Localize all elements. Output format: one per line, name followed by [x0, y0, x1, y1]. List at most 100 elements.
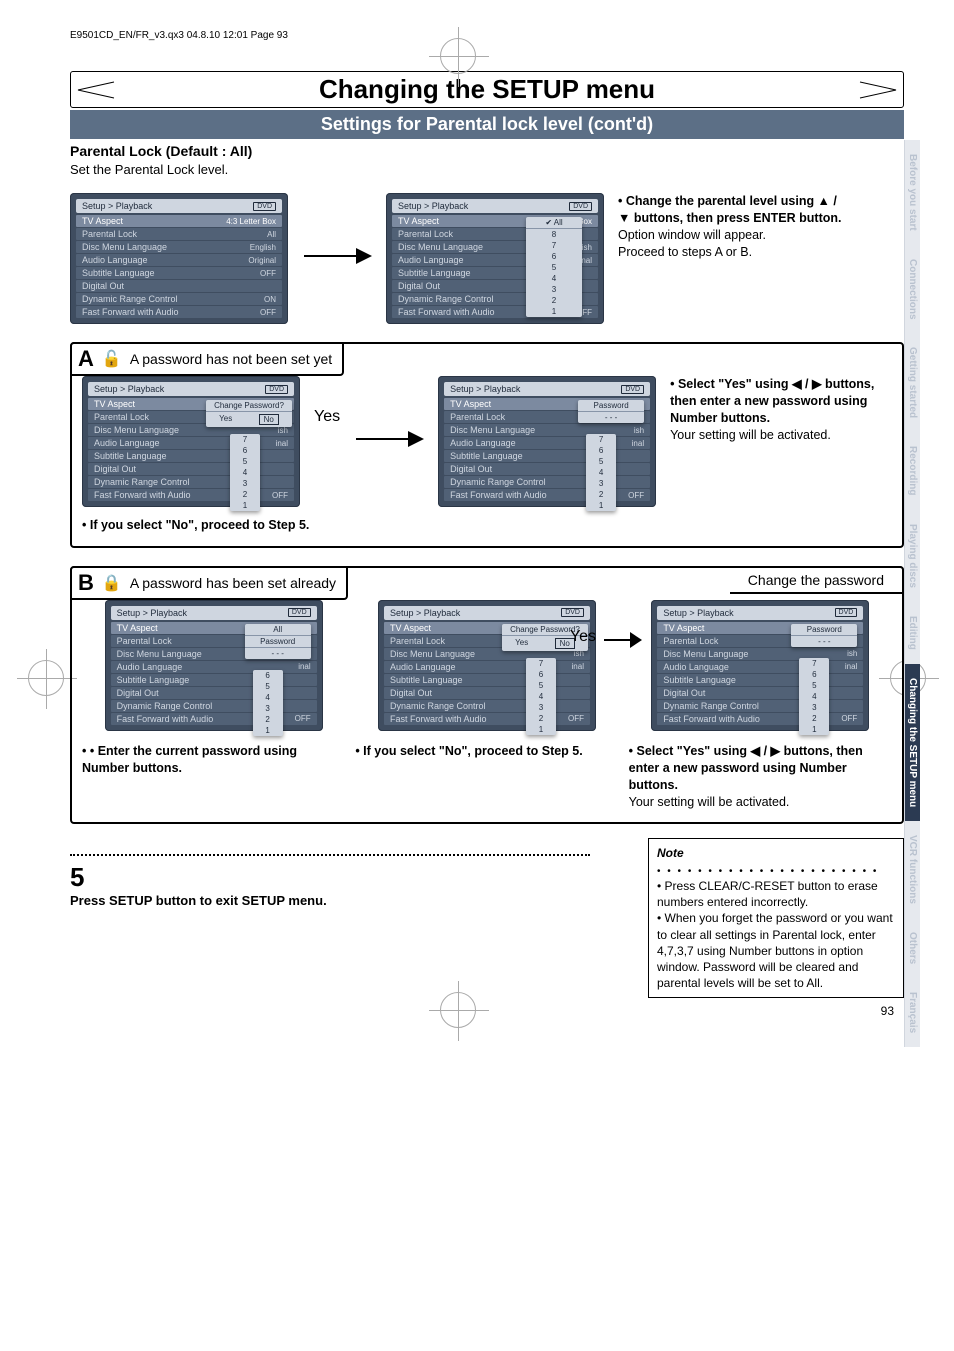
- password-mask: - - -: [578, 412, 644, 423]
- dotted-divider: [70, 854, 590, 856]
- osd-item-label: TV Aspect: [450, 399, 491, 409]
- dvd-badge: DVD: [288, 608, 311, 617]
- level-popup-bg: 7654321: [230, 434, 260, 511]
- change-password-popup: Change Password? Yes No: [206, 400, 292, 427]
- change-password-heading: Change the password: [730, 566, 904, 594]
- crop-mark-icon: [28, 660, 64, 696]
- popup-yes: Yes: [219, 414, 232, 425]
- osd-item-label: Disc Menu Language: [390, 649, 475, 659]
- tab-others[interactable]: Others: [904, 918, 920, 978]
- subtitle-bar: Settings for Parental lock level (cont'd…: [70, 110, 904, 139]
- osd-item-label: TV Aspect: [82, 216, 123, 226]
- osd-item-label: Parental Lock: [94, 412, 149, 422]
- tab-before-you-start[interactable]: Before you start: [904, 140, 920, 245]
- popup-value: 8: [526, 229, 582, 240]
- osd-item-label: Fast Forward with Audio: [663, 714, 760, 724]
- block-a-note: • If you select "No", proceed to Step 5.: [82, 517, 322, 534]
- osd-item-value: 4:3 Letter Box: [226, 217, 276, 226]
- osd-item-label: Digital Out: [450, 464, 492, 474]
- yes-arrow-label: Yes: [570, 628, 596, 646]
- password-entry-popup: All Password - - -: [245, 624, 311, 659]
- popup-value: 3: [526, 284, 582, 295]
- osd-item-label: Audio Language: [398, 255, 464, 265]
- instruction-line: • Enter the current password using Numbe…: [82, 744, 297, 775]
- osd-screenshot-level-popup: Setup > PlaybackDVD TV Aspectetter Box P…: [386, 193, 604, 324]
- chevron-left-icon: [71, 81, 121, 99]
- osd-item-label: Subtitle Language: [117, 675, 190, 685]
- b-col2-text: • If you select "No", proceed to Step 5.: [355, 743, 582, 760]
- osd-screenshot-initial: Setup > PlaybackDVD TV Aspect4:3 Letter …: [70, 193, 288, 324]
- osd-item-label: Dynamic Range Control: [82, 294, 178, 304]
- osd-item-label: Disc Menu Language: [82, 242, 167, 252]
- section-title: Parental Lock (Default : All): [70, 143, 252, 159]
- osd-breadcrumb: Setup > Playback: [117, 608, 187, 618]
- osd-item-label: Disc Menu Language: [450, 425, 535, 435]
- osd-screenshot-new-password: Setup > PlaybackDVD TV Aspect Parental L…: [651, 600, 869, 731]
- tab-francais[interactable]: Français: [904, 978, 920, 1047]
- tab-playing-discs[interactable]: Playing discs: [904, 510, 920, 602]
- step-text: Press SETUP button to exit SETUP menu.: [70, 893, 628, 908]
- arrow-right-icon: [602, 628, 642, 652]
- osd-item-value: OFF: [260, 269, 276, 278]
- popup-value: 5: [526, 262, 582, 273]
- tab-changing-setup-menu[interactable]: Changing the SETUP menu: [904, 664, 920, 821]
- osd-item-label: Dynamic Range Control: [117, 701, 213, 711]
- chevron-right-icon: [853, 81, 903, 99]
- dvd-badge: DVD: [253, 202, 276, 211]
- osd-item-label: Audio Language: [450, 438, 516, 448]
- note-line: • Press CLEAR/C-RESET button to erase nu…: [657, 879, 878, 909]
- osd-item-label: Parental Lock: [390, 636, 445, 646]
- tab-vcr-functions[interactable]: VCR functions: [904, 821, 920, 918]
- block-letter: B: [78, 570, 94, 596]
- tab-recording[interactable]: Recording: [904, 432, 920, 509]
- tab-editing[interactable]: Editing: [904, 602, 920, 664]
- osd-item-label: Fast Forward with Audio: [390, 714, 487, 724]
- osd-breadcrumb: Setup > Playback: [390, 608, 460, 618]
- popup-title: Password: [578, 400, 644, 412]
- dvd-badge: DVD: [835, 608, 858, 617]
- osd-item-label: Subtitle Language: [663, 675, 736, 685]
- osd-item-label: Audio Language: [390, 662, 456, 672]
- password-entry-popup: Password - - -: [791, 624, 857, 647]
- crop-mark-icon: [440, 992, 476, 1028]
- osd-item-label: Audio Language: [117, 662, 183, 672]
- block-a: A 🔓 A password has not been set yet Setu…: [70, 342, 904, 548]
- osd-item-label: Fast Forward with Audio: [94, 490, 191, 500]
- instruction-line: Your setting will be activated.: [670, 428, 831, 442]
- popup-no: No: [259, 414, 279, 425]
- osd-item-label: Disc Menu Language: [398, 242, 483, 252]
- tab-connections[interactable]: Connections: [904, 245, 920, 334]
- osd-item-label: Fast Forward with Audio: [117, 714, 214, 724]
- password-mask: - - -: [791, 636, 857, 647]
- popup-value: 1: [526, 306, 582, 317]
- osd-item-label: Subtitle Language: [390, 675, 463, 685]
- osd-item-label: Disc Menu Language: [117, 649, 202, 659]
- osd-item-label: TV Aspect: [117, 623, 158, 633]
- osd-item-label: TV Aspect: [663, 623, 704, 633]
- osd-item-label: Dynamic Range Control: [390, 701, 486, 711]
- popup-yes: Yes: [515, 638, 528, 649]
- popup-header: All: [554, 218, 563, 227]
- block-a-title: A password has not been set yet: [130, 351, 332, 367]
- popup-title: Password: [791, 624, 857, 636]
- crop-mark-icon: [440, 38, 476, 74]
- popup-value: 2: [526, 295, 582, 306]
- dvd-badge: DVD: [265, 385, 288, 394]
- tab-getting-started[interactable]: Getting started: [904, 333, 920, 432]
- osd-item-label: Disc Menu Language: [663, 649, 748, 659]
- page-title: Changing the SETUP menu: [121, 72, 853, 107]
- osd-breadcrumb: Setup > Playback: [398, 201, 468, 211]
- osd-item-label: Digital Out: [663, 688, 705, 698]
- osd-item-label: Digital Out: [117, 688, 159, 698]
- osd-breadcrumb: Setup > Playback: [94, 384, 164, 394]
- osd-item-label: Subtitle Language: [450, 451, 523, 461]
- osd-screenshot-password-entry: Setup > PlaybackDVD TV Aspect Parental L…: [438, 376, 656, 507]
- osd-item-label: Parental Lock: [398, 229, 453, 239]
- popup-title: Password: [245, 636, 311, 648]
- osd-item-label: Parental Lock: [82, 229, 137, 239]
- osd-item-label: Dynamic Range Control: [94, 477, 190, 487]
- level-popup-bg: 7654321: [526, 658, 556, 735]
- osd-screenshot-enter-current-pw: Setup > PlaybackDVD TV Aspectetter Box P…: [105, 600, 323, 731]
- password-entry-popup: Password - - -: [578, 400, 644, 423]
- osd-item-label: Dynamic Range Control: [450, 477, 546, 487]
